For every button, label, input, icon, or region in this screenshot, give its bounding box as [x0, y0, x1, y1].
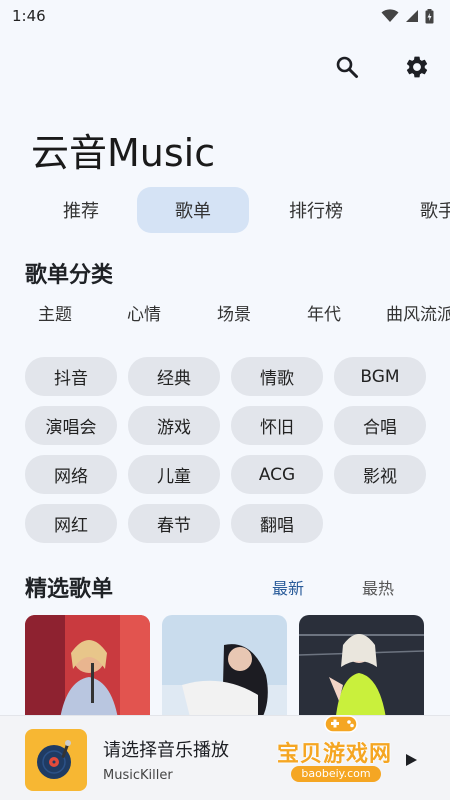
playlist-cover[interactable]	[162, 615, 287, 725]
subcategory-genre[interactable]: 曲风流派	[386, 300, 450, 325]
sort-hottest-button[interactable]: 最热	[362, 575, 394, 599]
category-chip[interactable]: 情歌	[231, 357, 323, 396]
player-title: 请选择音乐播放	[103, 740, 229, 761]
signal-icon	[406, 10, 418, 22]
watermark: 宝贝游戏网 baobeiy.com	[277, 715, 427, 790]
category-section-title: 歌单分类	[25, 263, 114, 288]
tab-charts[interactable]: 排行榜	[260, 187, 372, 233]
wifi-icon	[381, 9, 399, 22]
status-bar: 1:46	[0, 0, 450, 32]
subcategory-era[interactable]: 年代	[279, 300, 369, 325]
subcategory-scene[interactable]: 场景	[189, 300, 279, 325]
settings-gear-icon	[406, 56, 428, 78]
category-chip[interactable]: 网络	[25, 455, 117, 494]
settings-button[interactable]	[402, 52, 432, 82]
category-chip[interactable]: 翻唱	[231, 504, 323, 543]
top-actions	[332, 52, 432, 82]
playlist-cover-image	[299, 615, 424, 725]
search-button[interactable]	[332, 52, 362, 82]
category-chip[interactable]: 演唱会	[25, 406, 117, 445]
main-tabs: 推荐 歌单 排行榜 歌手	[0, 187, 450, 233]
category-chip[interactable]: 影视	[334, 455, 426, 494]
featured-section-title: 精选歌单	[25, 577, 114, 602]
vinyl-record-icon	[37, 740, 71, 779]
category-chip[interactable]: BGM	[334, 357, 426, 396]
category-chip[interactable]: 网红	[25, 504, 117, 543]
sort-latest-button[interactable]: 最新	[272, 575, 304, 599]
watermark-url: baobeiy.com	[291, 766, 381, 782]
gamepad-icon	[324, 715, 358, 733]
category-chip[interactable]: 儿童	[128, 455, 220, 494]
status-time: 1:46	[12, 7, 46, 25]
featured-playlist-row	[25, 615, 424, 725]
playlist-cover-image	[162, 615, 287, 725]
play-icon	[406, 754, 417, 766]
playlist-cover-image	[25, 615, 150, 725]
status-icons	[381, 8, 434, 24]
tab-playlists[interactable]: 歌单	[137, 187, 249, 233]
tab-artists[interactable]: 歌手	[382, 187, 450, 233]
subcategory-tabs: 主题 心情 场景 年代 曲风流派	[0, 300, 450, 330]
tab-recommend[interactable]: 推荐	[25, 187, 137, 233]
search-icon	[336, 56, 358, 78]
category-chip[interactable]: ACG	[231, 455, 323, 494]
category-chip-grid: 抖音 经典 情歌 BGM 演唱会 游戏 怀旧 合唱 网络 儿童 ACG 影视 网…	[25, 357, 426, 543]
playlist-cover[interactable]	[299, 615, 424, 725]
watermark-text: 宝贝游戏网	[277, 742, 393, 767]
app-title: 云音Music	[31, 131, 216, 175]
playlist-cover[interactable]	[25, 615, 150, 725]
category-chip[interactable]: 游戏	[128, 406, 220, 445]
category-chip[interactable]: 怀旧	[231, 406, 323, 445]
player-subtitle: MusicKiller	[103, 768, 173, 783]
subcategory-theme[interactable]: 主题	[10, 300, 100, 325]
battery-icon	[425, 8, 434, 23]
category-chip[interactable]: 抖音	[25, 357, 117, 396]
category-chip[interactable]: 合唱	[334, 406, 426, 445]
category-chip[interactable]: 春节	[128, 504, 220, 543]
subcategory-mood[interactable]: 心情	[99, 300, 189, 325]
featured-header: 精选歌单 最新 最热	[0, 571, 450, 602]
player-artwork	[25, 729, 87, 791]
category-chip[interactable]: 经典	[128, 357, 220, 396]
